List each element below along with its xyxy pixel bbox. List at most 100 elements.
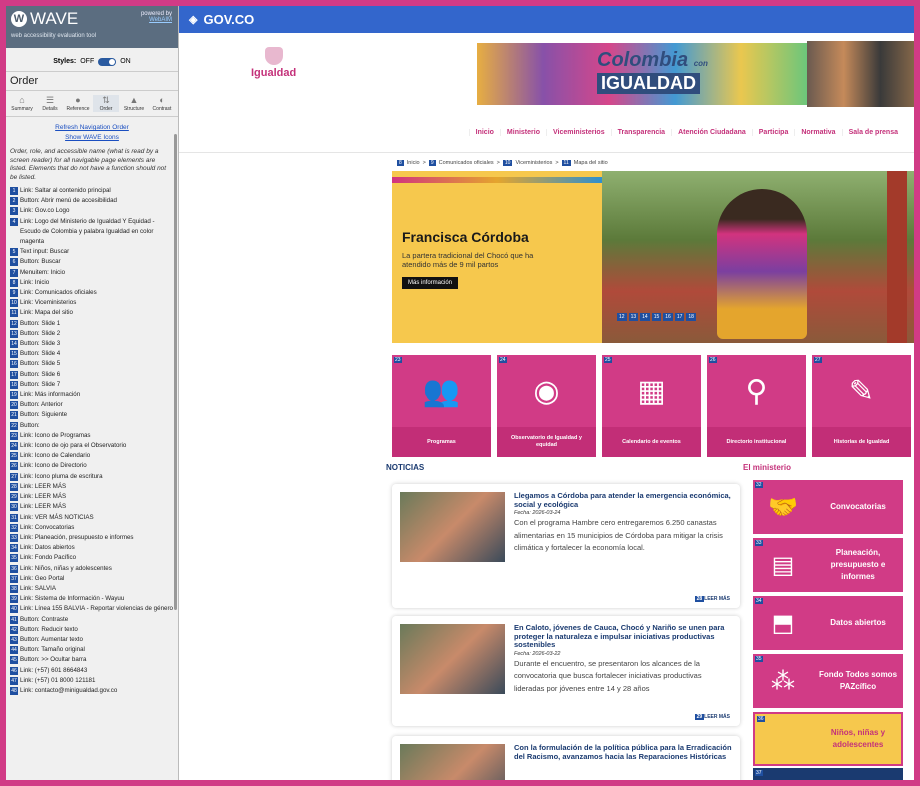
- order-item[interactable]: 24 Link: Icono de ojo para el Observatori…: [10, 441, 174, 451]
- breadcrumb-link[interactable]: Mapa del sitio: [574, 160, 608, 166]
- order-item[interactable]: 1 Link: Saltar al contenido principal: [10, 186, 174, 196]
- order-item[interactable]: 32 Link: Convocatorias: [10, 523, 174, 533]
- order-item[interactable]: 5 Text input: Buscar: [10, 247, 174, 257]
- nav-item-4[interactable]: Atención Ciudadana: [671, 129, 752, 136]
- nav-item-2[interactable]: Viceministerios: [545, 129, 611, 136]
- order-item[interactable]: 46 Link: (+57) 601 8664843: [10, 666, 174, 676]
- order-item[interactable]: 26 Link: Icono de Directorio: [10, 461, 174, 471]
- nav-item-7[interactable]: Sala de prensa: [841, 129, 904, 136]
- order-item[interactable]: 42 Button: Reducir texto: [10, 625, 174, 635]
- slide-dot[interactable]: 16: [663, 313, 673, 321]
- order-item[interactable]: 12 Button: Slide 1: [10, 319, 174, 329]
- order-item[interactable]: 7 Menuitem: Inicio: [10, 268, 174, 278]
- sidebar-kids[interactable]: 36 Niños, niñas y adolescentes: [753, 712, 903, 766]
- sidebar-geo[interactable]: 37⌖: [753, 768, 903, 780]
- sidebar-box[interactable]: 34 ⬒ Datos abiertos: [753, 596, 903, 650]
- order-item[interactable]: 18 Button: Slide 7: [10, 380, 174, 390]
- news-image[interactable]: [400, 492, 505, 562]
- nav-item-6[interactable]: Normativa: [794, 129, 841, 136]
- webaim-link[interactable]: WebAIM: [149, 17, 172, 23]
- order-item[interactable]: 43 Button: Aumentar texto: [10, 635, 174, 645]
- slide-dot[interactable]: 18: [686, 313, 696, 321]
- order-item[interactable]: 48 Link: contacto@minigualdad.gov.co: [10, 686, 174, 696]
- order-item[interactable]: 2 Button: Abrir menú de accesibilidad: [10, 196, 174, 206]
- sidebar-document[interactable]: 33 ▤ Planeación, presupuesto e informes: [753, 538, 903, 592]
- tab-details[interactable]: ☰ Details: [37, 95, 63, 112]
- order-item[interactable]: 36 Link: Niños, niñas y adolescentes: [10, 564, 174, 574]
- slide-dot[interactable]: 15: [651, 313, 662, 321]
- order-item[interactable]: 3 Link: Gov.co Logo: [10, 206, 174, 216]
- order-item[interactable]: 10 Link: Viceministerios: [10, 298, 174, 308]
- read-more-link[interactable]: 28 LEER MÁS: [694, 596, 730, 602]
- order-item[interactable]: 39 Link: Sistema de Información - Wayuu: [10, 594, 174, 604]
- order-item[interactable]: 31 Link: VER MÁS NOTICIAS: [10, 513, 174, 523]
- order-item[interactable]: 17 Button: Slide 6: [10, 370, 174, 380]
- show-icons-link[interactable]: Show WAVE Icons: [6, 133, 178, 143]
- more-info-button[interactable]: Más información: [402, 277, 459, 289]
- tab-contrast[interactable]: ◐ Contrast: [149, 95, 175, 112]
- order-item[interactable]: 6 Button: Buscar: [10, 257, 174, 267]
- order-item[interactable]: 37 Link: Geo Portal: [10, 574, 174, 584]
- slide-dot[interactable]: 14: [640, 313, 650, 321]
- news-image[interactable]: [400, 744, 505, 780]
- tab-order[interactable]: ⇅ Order: [93, 95, 119, 112]
- nav-item-3[interactable]: Transparencia: [610, 129, 671, 136]
- slide-dot[interactable]: 12: [617, 313, 627, 321]
- card-directory[interactable]: 26 ⚲ Directorio institucional: [707, 355, 806, 457]
- order-item[interactable]: 29 Link: LEER MÁS: [10, 492, 174, 502]
- order-item[interactable]: 14 Button: Slide 3: [10, 339, 174, 349]
- panel-scrollbar[interactable]: [174, 134, 177, 610]
- order-item[interactable]: 21 Button: Siguiente: [10, 410, 174, 420]
- order-item[interactable]: 15 Button: Slide 4: [10, 349, 174, 359]
- slide-dot[interactable]: 17: [674, 313, 685, 321]
- sidebar-group[interactable]: 35 ⁂ Fondo Todos somos PAZcífico: [753, 654, 903, 708]
- tab-summary[interactable]: ⌂ Summary: [9, 95, 35, 112]
- news-title[interactable]: Con la formulación de la política públic…: [514, 743, 732, 761]
- news-title[interactable]: En Caloto, jóvenes de Cauca, Chocó y Nar…: [514, 623, 732, 650]
- order-item[interactable]: 9 Link: Comunicados oficiales: [10, 288, 174, 298]
- order-item[interactable]: 23 Link: Icono de Programas: [10, 431, 174, 441]
- order-item[interactable]: 47 Link: (+57) 01 8000 121181: [10, 676, 174, 686]
- order-item[interactable]: 20 Button: Anterior: [10, 400, 174, 410]
- sidebar-handshake[interactable]: 32 🤝 Convocatorias: [753, 480, 903, 534]
- order-item[interactable]: 33 Link: Planeación, presupuesto e inform…: [10, 533, 174, 543]
- refresh-order-link[interactable]: Refresh Navigation Order: [6, 123, 178, 133]
- order-item[interactable]: 34 Link: Datos abiertos: [10, 543, 174, 553]
- tab-structure[interactable]: ▲ Structure: [121, 95, 147, 112]
- order-item[interactable]: 27 Link: Icono pluma de escritura: [10, 472, 174, 482]
- news-image[interactable]: [400, 624, 505, 694]
- igualdad-logo[interactable]: Igualdad: [251, 47, 296, 79]
- nav-item-5[interactable]: Participa: [751, 129, 795, 136]
- order-item[interactable]: 25 Link: Icono de Calendario: [10, 451, 174, 461]
- order-item[interactable]: 35 Link: Fondo Pacífico: [10, 553, 174, 563]
- breadcrumb-link[interactable]: Comunicados oficiales: [439, 160, 494, 166]
- breadcrumb-link[interactable]: Inicio: [407, 160, 420, 166]
- card-eye[interactable]: 24 ◉ Observatorio de Igualdad y equidad: [497, 355, 596, 457]
- order-item[interactable]: 41 Button: Contraste: [10, 615, 174, 625]
- order-item[interactable]: 22 Button:: [10, 421, 174, 431]
- order-item[interactable]: 13 Button: Slide 2: [10, 329, 174, 339]
- order-item[interactable]: 4 Link: Logo del Ministerio de Igualdad Y…: [10, 217, 174, 248]
- order-item[interactable]: 11 Link: Mapa del sitio: [10, 308, 174, 318]
- order-item[interactable]: 45 Button: >> Ocultar barra: [10, 655, 174, 665]
- gov-logo-link[interactable]: GOV.CO: [203, 12, 254, 27]
- news-title[interactable]: Llegamos a Córdoba para atender la emerg…: [514, 491, 732, 509]
- card-people[interactable]: 23 👥 Programas: [392, 355, 491, 457]
- order-item[interactable]: 8 Link: Inicio: [10, 278, 174, 288]
- order-item[interactable]: 28 Link: LEER MÁS: [10, 482, 174, 492]
- nav-item-0[interactable]: Inicio: [468, 129, 500, 136]
- order-item[interactable]: 44 Button: Tamaño original: [10, 645, 174, 655]
- slide-dot[interactable]: 13: [628, 313, 639, 321]
- order-item[interactable]: 19 Link: Más información: [10, 390, 174, 400]
- order-item[interactable]: 38 Link: SALVIA: [10, 584, 174, 594]
- order-item[interactable]: 16 Button: Slide 5: [10, 359, 174, 369]
- card-calendar[interactable]: 25 ▦ Calendario de eventos: [602, 355, 701, 457]
- read-more-link[interactable]: 29 LEER MÁS: [694, 714, 730, 720]
- tab-reference[interactable]: ● Reference: [65, 95, 91, 112]
- card-feather[interactable]: 27 ✎ Historias de Igualdad: [812, 355, 911, 457]
- styles-toggle[interactable]: [98, 57, 117, 66]
- order-item[interactable]: 40 Link: Línea 155 BALVIA - Reportar viol…: [10, 604, 174, 614]
- nav-item-1[interactable]: Ministerio: [499, 129, 546, 136]
- breadcrumb-link[interactable]: Viceministerios: [515, 160, 552, 166]
- order-item[interactable]: 30 Link: LEER MÁS: [10, 502, 174, 512]
